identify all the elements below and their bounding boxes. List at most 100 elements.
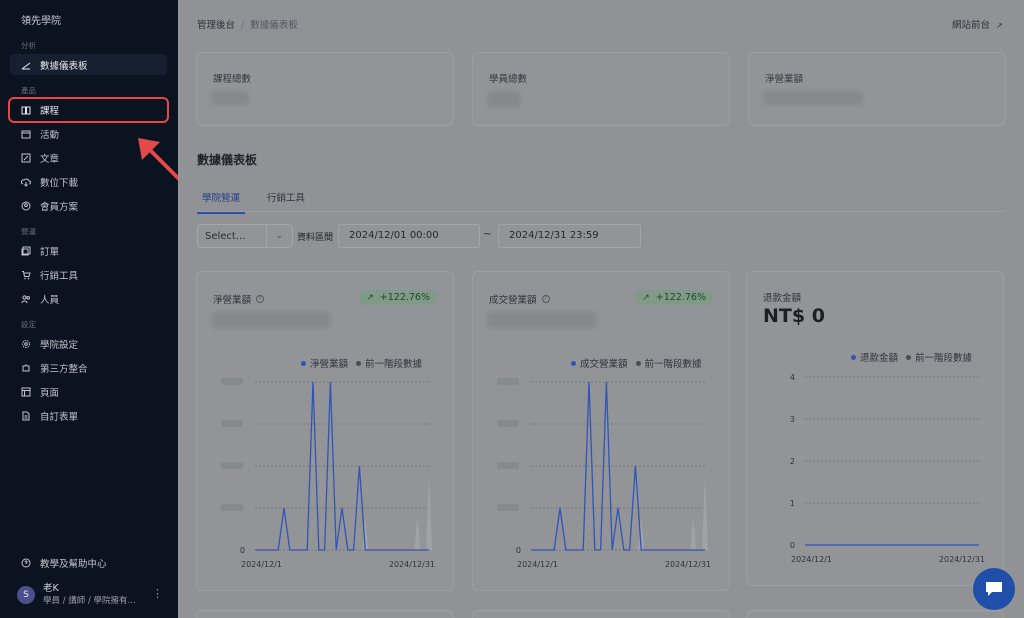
blurred-tick (497, 504, 519, 511)
chevron-down-icon[interactable]: ⌄ (266, 225, 292, 247)
book-icon (21, 105, 31, 115)
sidebar-item-staff[interactable]: 人員 (10, 288, 167, 309)
legend-label: 成交營業額 (580, 359, 628, 370)
date-range-label: 資料區間 (297, 233, 334, 243)
chart-card-gross-revenue: 成交營業額? ↗ +122.76% 成交營業額 前一階段數據 0 2024/12/1… (472, 271, 730, 591)
legend-label: 淨營業額 (310, 359, 349, 370)
breadcrumb-current: 數據儀表板 (250, 20, 298, 31)
blurred-value (487, 91, 521, 107)
sidebar-item-courses[interactable]: 課程 (8, 97, 169, 123)
sidebar-item-marketing[interactable]: 行銷工具 (10, 264, 167, 285)
sidebar-item-label: 訂單 (40, 246, 60, 258)
blurred-tick (221, 420, 243, 427)
sidebar-item-label: 活動 (40, 129, 60, 141)
previous-series-spike (690, 516, 697, 550)
sidebar-item-label: 文章 (40, 153, 60, 165)
help-icon (21, 558, 31, 568)
user-name: 老K (43, 583, 59, 594)
blurred-tick (497, 462, 519, 469)
sidebar-item-label: 學院設定 (40, 339, 79, 351)
sidebar-item-integrations[interactable]: 第三方整合 (10, 357, 167, 378)
legend-label: 退款金額 (860, 353, 899, 364)
sidebar-item-membership[interactable]: 會員方案 (10, 195, 167, 216)
blurred-tick (497, 420, 519, 427)
growth-badge: ↗ +122.76% (359, 290, 437, 305)
legend-label: 前一階段數據 (915, 353, 973, 364)
chart-legend: 退款金額 前一階段數據 (843, 350, 972, 364)
blurred-value (211, 312, 331, 328)
sidebar-item-custom-forms[interactable]: 自訂表單 (10, 405, 167, 426)
next-card (196, 610, 454, 618)
chart-title: 成交營業額? (489, 292, 550, 306)
previous-series-spike (426, 474, 432, 550)
edit-document-icon (21, 153, 31, 163)
sidebar-item-label: 第三方整合 (40, 363, 88, 375)
date-to-input[interactable]: 2024/12/31 23:59 (498, 224, 641, 248)
y-tick-label: 1 (790, 499, 795, 508)
y-tick-label: 0 (516, 546, 521, 555)
legend-dot (906, 354, 912, 360)
chat-button[interactable] (973, 568, 1015, 610)
info-icon[interactable]: ? (256, 295, 265, 303)
chart-title-text: 成交營業額 (489, 295, 537, 306)
chart-gross-revenue: 0 2024/12/1 2024/12/31 (497, 378, 711, 569)
more-options-icon[interactable]: ⋮ (152, 587, 163, 600)
chart-legend: 淨營業額 前一階段數據 (293, 356, 422, 370)
stat-label: 課程總數 (213, 74, 252, 85)
sidebar-item-orders[interactable]: 訂單 (10, 240, 167, 261)
main-content: 管理後台 / 數據儀表板 網站前台 ↗ 課程總數 學員總數 淨營業額 數據儀表板 學… (178, 0, 1024, 618)
sidebar-item-label: 頁面 (40, 387, 60, 399)
chat-icon (986, 582, 1002, 596)
sidebar-item-downloads[interactable]: 數位下載 (10, 171, 167, 192)
next-card (746, 610, 1004, 618)
blurred-tick (221, 462, 243, 469)
arrow-up-right-icon: ↗ (366, 292, 374, 303)
chart-card-net-revenue: 淨營業額? ↗ +122.76% 淨營業額 前一階段數據 0 2024/12/1 20… (196, 271, 454, 591)
chart-title-text: 退款金額 (763, 293, 802, 304)
badge-text: +122.76% (379, 292, 430, 303)
sidebar-item-label: 數據儀表板 (40, 60, 88, 72)
stat-label: 學員總數 (489, 74, 528, 85)
sidebar-item-label: 行銷工具 (40, 270, 79, 282)
chart-title-text: 淨營業額 (213, 295, 252, 306)
user-profile[interactable]: S 老K 學員 / 講師 / 學院擁有... (17, 583, 136, 607)
site-frontend-link[interactable]: 網站前台 ↗ (952, 17, 1003, 31)
series-line (531, 381, 705, 551)
y-tick-label: 3 (790, 415, 795, 424)
badge-text: +122.76% (655, 292, 706, 303)
blurred-value (763, 91, 863, 105)
refund-total: NT$ 0 (763, 305, 825, 327)
blurred-value (211, 91, 249, 105)
info-icon[interactable]: ? (541, 295, 550, 303)
sidebar-item-events[interactable]: 活動 (10, 123, 167, 144)
breadcrumb-root[interactable]: 管理後台 (197, 20, 235, 31)
sidebar-item-pages[interactable]: 頁面 (10, 381, 167, 402)
blurred-tick (497, 378, 519, 385)
tab-divider (197, 211, 1005, 212)
stat-label: 淨營業額 (765, 74, 804, 85)
sidebar-item-label: 數位下載 (40, 177, 79, 189)
y-tick-label: 4 (790, 373, 795, 382)
select-placeholder: Select... (205, 230, 246, 242)
blurred-tick (221, 504, 243, 511)
cart-icon (21, 270, 31, 280)
orders-icon (21, 246, 31, 256)
date-from-input[interactable]: 2024/12/01 00:00 (338, 224, 480, 248)
arrow-up-right-icon: ↗ (642, 292, 650, 303)
stat-card-courses: 課程總數 (196, 52, 454, 126)
sidebar-item-dashboard[interactable]: 數據儀表板 (10, 54, 167, 75)
section-analytics: 分析 (21, 41, 36, 50)
breadcrumb: 管理後台 / 數據儀表板 (197, 17, 298, 31)
y-tick-label: 0 (240, 546, 245, 555)
blurred-tick (221, 378, 243, 385)
stat-card-revenue: 淨營業額 (748, 52, 1006, 126)
sidebar-item-academy-settings[interactable]: 學院設定 (10, 333, 167, 354)
chart-legend: 成交營業額 前一階段數據 (563, 356, 702, 370)
help-center-link[interactable]: 教學及幫助中心 (21, 556, 107, 570)
previous-series-spike (702, 474, 708, 550)
legend-dot (301, 360, 306, 366)
member-icon (21, 201, 31, 211)
filter-select[interactable]: Select... ⌄ (197, 224, 293, 248)
gear-icon (21, 339, 31, 349)
sidebar-item-articles[interactable]: 文章 (10, 147, 167, 168)
